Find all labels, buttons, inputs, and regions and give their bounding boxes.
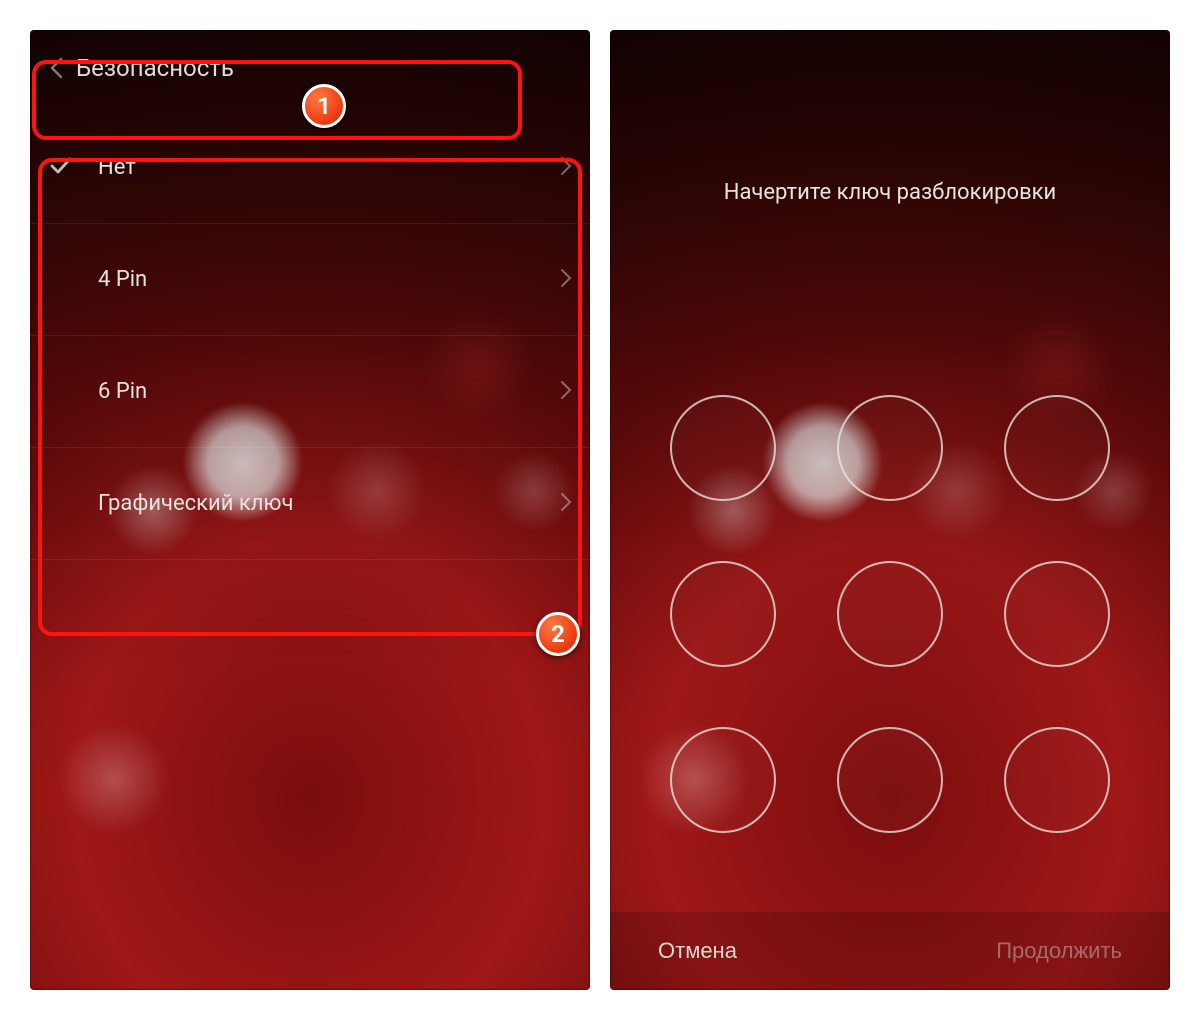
- pattern-dot-1[interactable]: [670, 395, 776, 501]
- pattern-dot-3[interactable]: [1004, 395, 1110, 501]
- pattern-dot-8[interactable]: [837, 727, 943, 833]
- option-label: 4 Pin: [98, 267, 147, 292]
- option-6pin[interactable]: 6 Pin: [30, 336, 590, 448]
- chevron-right-icon: [560, 268, 572, 292]
- option-label: Нет: [98, 155, 136, 180]
- pattern-dot-2[interactable]: [837, 395, 943, 501]
- pattern-dot-4[interactable]: [670, 561, 776, 667]
- check-icon: [50, 157, 72, 179]
- chevron-right-icon: [560, 492, 572, 516]
- security-settings-screen: Безопасность Нет 4 Pin 6 Pin: [30, 30, 590, 990]
- chevron-right-icon: [560, 156, 572, 180]
- bottom-action-bar: Отмена Продолжить: [610, 912, 1170, 990]
- pattern-grid[interactable]: [670, 395, 1110, 833]
- continue-button[interactable]: Продолжить: [996, 938, 1122, 964]
- option-pattern[interactable]: Графический ключ: [30, 448, 590, 560]
- option-label: 6 Pin: [98, 379, 147, 404]
- back-icon[interactable]: [42, 54, 70, 82]
- page-title: Безопасность: [76, 54, 234, 82]
- pattern-dot-7[interactable]: [670, 727, 776, 833]
- security-options-list: Нет 4 Pin 6 Pin Графический ключ: [30, 112, 590, 560]
- pattern-dot-9[interactable]: [1004, 727, 1110, 833]
- option-label: Графический ключ: [98, 491, 293, 516]
- option-none[interactable]: Нет: [30, 112, 590, 224]
- header-bar: Безопасность: [30, 30, 590, 106]
- pattern-dot-6[interactable]: [1004, 561, 1110, 667]
- instruction-text: Начертите ключ разблокировки: [610, 180, 1170, 205]
- chevron-right-icon: [560, 380, 572, 404]
- cancel-button[interactable]: Отмена: [658, 938, 737, 964]
- option-4pin[interactable]: 4 Pin: [30, 224, 590, 336]
- pattern-draw-screen: Начертите ключ разблокировки Отмена Прод…: [610, 30, 1170, 990]
- pattern-dot-5[interactable]: [837, 561, 943, 667]
